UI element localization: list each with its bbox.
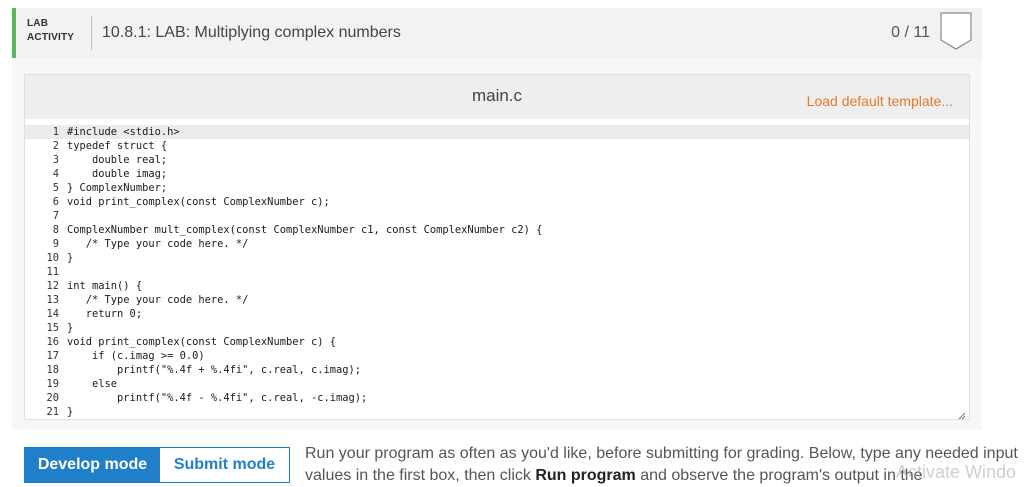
mode-toggle: Develop mode Submit mode <box>24 447 290 483</box>
code-text[interactable]: double imag; <box>67 167 167 181</box>
lab-tag-line1: LAB <box>27 18 49 29</box>
code-text[interactable]: void print_complex(const ComplexNumber c… <box>67 195 330 209</box>
line-number: 1 <box>52 126 59 138</box>
code-line[interactable]: 17 if (c.imag >= 0.0) <box>25 349 969 363</box>
code-text[interactable]: printf("%.4f - %.4fi", c.real, -c.imag); <box>67 391 367 405</box>
line-number: 13 <box>46 294 59 306</box>
code-text[interactable]: if (c.imag >= 0.0) <box>67 349 205 363</box>
code-line[interactable]: 2 typedef struct { <box>25 139 969 153</box>
line-number: 17 <box>46 350 59 362</box>
code-text[interactable]: } <box>67 321 73 335</box>
code-line[interactable]: 16 void print_complex(const ComplexNumber… <box>25 335 969 349</box>
code-line[interactable]: 12 int main() { <box>25 279 969 293</box>
line-number: 20 <box>46 392 59 404</box>
code-line[interactable]: 21} <box>25 405 969 419</box>
line-number: 15 <box>46 322 59 334</box>
line-number: 2 <box>52 140 59 152</box>
code-area[interactable]: 1 #include <stdio.h> 2 typedef struct {3 do… <box>25 125 969 419</box>
line-number: 9 <box>52 238 59 250</box>
line-number: 10 <box>46 252 59 264</box>
lab-title: 10.8.1: LAB: Multiplying complex numbers <box>102 24 401 41</box>
code-text[interactable]: } <box>67 405 73 419</box>
code-editor[interactable]: main.c Load default template... 1 #includ… <box>24 74 970 420</box>
line-number: 14 <box>46 308 59 320</box>
line-number: 5 <box>52 182 59 194</box>
line-number: 19 <box>46 378 59 390</box>
code-line[interactable]: 9 /* Type your code here. */ <box>25 237 969 251</box>
line-number: 12 <box>46 280 59 292</box>
code-line[interactable]: 3 double real; <box>25 153 969 167</box>
code-text[interactable]: ComplexNumber mult_complex(const Complex… <box>67 223 542 237</box>
code-text[interactable]: int main() { <box>67 279 142 293</box>
lab-activity-header: LAB ACTIVITY 10.8.1: LAB: Multiplying co… <box>12 8 982 58</box>
submit-mode-button[interactable]: Submit mode <box>160 448 289 482</box>
code-text[interactable]: #include <stdio.h> <box>67 125 180 139</box>
code-text[interactable]: return 0; <box>67 307 142 321</box>
code-text[interactable]: } ComplexNumber; <box>67 181 167 195</box>
code-line[interactable]: 7 <box>25 209 969 223</box>
code-text[interactable]: } <box>67 251 73 265</box>
line-number: 16 <box>46 336 59 348</box>
header-divider <box>91 16 92 50</box>
line-number: 6 <box>52 196 59 208</box>
code-text[interactable]: /* Type your code here. */ <box>67 293 249 307</box>
shield-badge-icon <box>940 12 972 50</box>
line-number: 4 <box>52 168 59 180</box>
resize-grip-icon[interactable] <box>957 407 966 420</box>
load-default-template-link[interactable]: Load default template... <box>807 93 953 109</box>
code-line[interactable]: 5 } ComplexNumber; <box>25 181 969 195</box>
lab-tag-line2: ACTIVITY <box>27 32 75 43</box>
line-number: 21 <box>46 406 59 418</box>
instructions-part2: and observe the program's output in the <box>635 467 923 484</box>
code-line[interactable]: 13 /* Type your code here. */ <box>25 293 969 307</box>
code-line[interactable]: 6 void print_complex(const ComplexNumber … <box>25 195 969 209</box>
line-number: 3 <box>52 154 59 166</box>
code-text[interactable]: /* Type your code here. */ <box>67 237 249 251</box>
line-number: 7 <box>52 210 59 222</box>
editor-toolbar: main.c Load default template... <box>25 75 969 119</box>
code-text[interactable]: void print_complex(const ComplexNumber c… <box>67 335 336 349</box>
code-text[interactable]: typedef struct { <box>67 139 167 153</box>
code-text[interactable]: else <box>67 377 117 391</box>
code-line[interactable]: 8 ComplexNumber mult_complex(const Comple… <box>25 223 969 237</box>
run-program-label: Run program <box>535 467 636 484</box>
line-number: 18 <box>46 364 59 376</box>
code-line[interactable]: 11 <box>25 265 969 279</box>
editor-panel: main.c Load default template... 1 #includ… <box>12 58 982 430</box>
code-line[interactable]: 15} <box>25 321 969 335</box>
line-number: 8 <box>52 224 59 236</box>
line-number: 11 <box>46 266 59 278</box>
code-line[interactable]: 4 double imag; <box>25 167 969 181</box>
code-line[interactable]: 19 else <box>25 377 969 391</box>
code-line[interactable]: 14 return 0; <box>25 307 969 321</box>
lab-activity-tag: LAB ACTIVITY <box>27 17 74 45</box>
code-line[interactable]: 18 printf("%.4f + %.4fi", c.real, c.imag… <box>25 363 969 377</box>
windows-activation-watermark: Activate Windo <box>896 462 1017 482</box>
develop-mode-button[interactable]: Develop mode <box>25 448 160 482</box>
code-line[interactable]: 1 #include <stdio.h> <box>25 125 969 139</box>
lab-score: 0 / 11 <box>891 24 930 41</box>
code-text[interactable]: double real; <box>67 153 167 167</box>
code-text[interactable]: printf("%.4f + %.4fi", c.real, c.imag); <box>67 363 361 377</box>
code-line[interactable]: 10} <box>25 251 969 265</box>
code-line[interactable]: 20 printf("%.4f - %.4fi", c.real, -c.ima… <box>25 391 969 405</box>
